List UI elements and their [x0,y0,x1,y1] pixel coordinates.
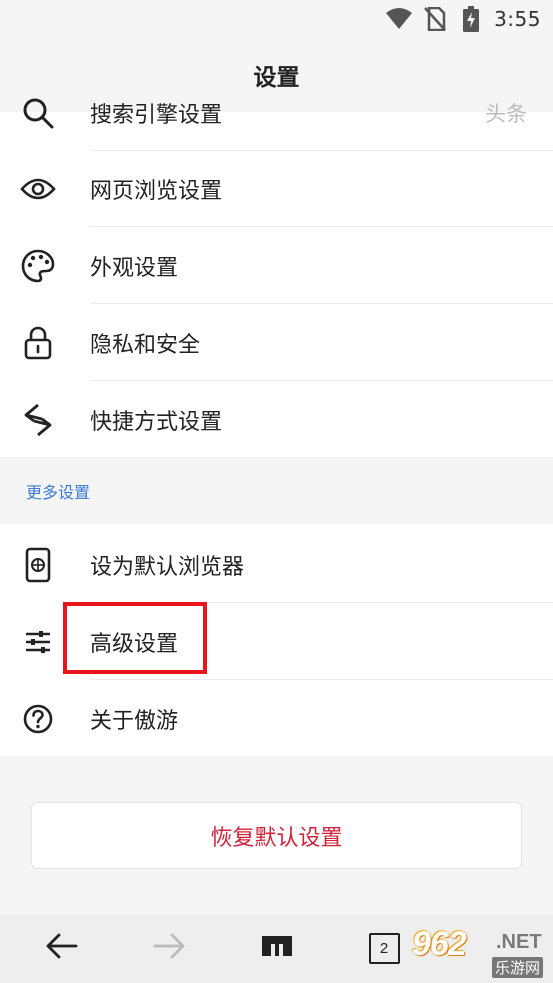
settings-item-label: 外观设置 [90,255,179,281]
watermark-text: 962 [412,925,467,963]
status-time: 3:55 [494,7,541,31]
settings-item-label: 关于傲游 [90,708,179,734]
site-watermark: 962 .NET 乐游网 [412,925,550,981]
search-icon [20,95,56,131]
lock-icon [20,325,56,361]
reset-defaults-button[interactable]: 恢复默认设置 [31,802,522,869]
settings-item-value: 头条 [485,101,527,126]
shortcut-icon [20,402,56,438]
settings-item-appearance[interactable]: 外观设置 [0,227,553,304]
help-icon [20,701,56,737]
back-button[interactable] [40,926,84,970]
default-browser-icon [20,547,56,583]
settings-item-label: 隐私和安全 [90,332,201,358]
settings-item-default-browser[interactable]: 设为默认浏览器 [0,526,553,603]
palette-icon [20,248,56,284]
settings-item-browsing[interactable]: 网页浏览设置 [0,150,553,227]
back-arrow-icon [46,933,78,963]
settings-item-shortcuts[interactable]: 快捷方式设置 [0,381,553,458]
no-sim-icon [422,6,448,32]
home-icon [261,935,293,961]
reset-defaults-label: 恢复默认设置 [210,825,343,851]
home-button[interactable] [255,926,299,970]
forward-button[interactable] [147,926,191,970]
sliders-icon [20,624,56,660]
section-header-more: 更多设置 [0,457,553,524]
status-bar: 3:55 [0,0,553,38]
battery-charging-icon [458,6,484,32]
settings-item-label: 快捷方式设置 [90,409,223,435]
settings-item-label: 网页浏览设置 [90,178,223,204]
tabs-button[interactable]: 2 [362,926,406,970]
settings-item-search-engine[interactable]: 搜索引擎设置 头条 [0,74,553,151]
watermark-sub: 乐游网 [492,957,544,978]
settings-screen: 3:55 设置 搜索引擎设置 头条 网页浏览设置 外观设置 隐私和安全 快捷方式… [0,0,553,983]
settings-item-label: 搜索引擎设置 [90,102,223,128]
tabs-icon: 2 [368,932,400,964]
settings-list: 搜索引擎设置 头条 网页浏览设置 外观设置 隐私和安全 快捷方式设置 [0,98,553,458]
highlight-annotation [63,602,207,674]
watermark-net: .NET [496,931,542,953]
wifi-icon [386,6,413,32]
settings-item-label: 设为默认浏览器 [90,554,245,580]
section-header-label: 更多设置 [26,482,91,502]
settings-item-about[interactable]: 关于傲游 [0,680,553,757]
settings-item-privacy[interactable]: 隐私和安全 [0,304,553,381]
eye-icon [20,171,56,207]
forward-arrow-icon [153,933,185,963]
